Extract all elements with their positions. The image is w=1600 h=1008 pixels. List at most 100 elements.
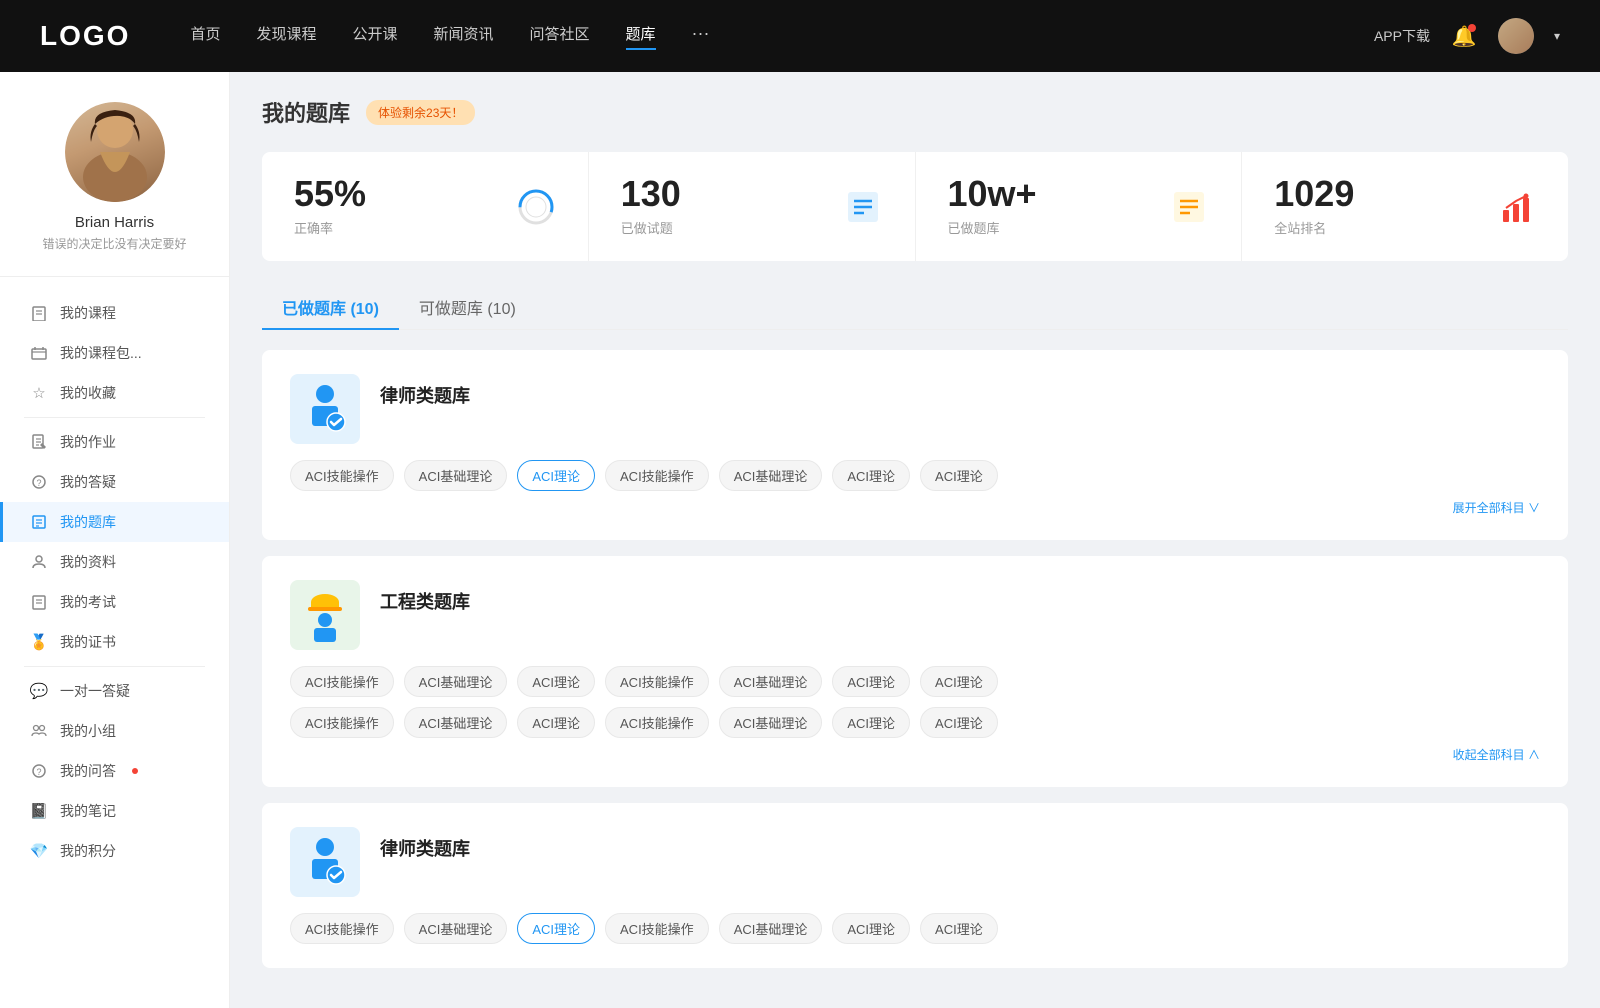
accuracy-pie-icon (516, 187, 556, 227)
sidebar-divider-2 (24, 666, 205, 667)
stat-done-questions-label: 已做试题 (621, 218, 827, 237)
stat-rank: 1029 全站排名 (1242, 152, 1568, 261)
tag-1-2[interactable]: ACI基础理论 (404, 460, 508, 491)
qbank-name-lawyer-1: 律师类题库 (380, 374, 470, 408)
courses-icon (30, 304, 48, 322)
stat-rank-value: 1029 (1274, 176, 1480, 212)
tag-1-1[interactable]: ACI技能操作 (290, 460, 394, 491)
avatar[interactable] (1498, 18, 1534, 54)
nav-link-opencourse[interactable]: 公开课 (352, 23, 397, 50)
tag-2-11[interactable]: ACI技能操作 (605, 707, 709, 738)
tag-2-12[interactable]: ACI基础理论 (719, 707, 823, 738)
notification-bell[interactable]: 🔔 (1450, 22, 1478, 50)
tag-2-3[interactable]: ACI理论 (517, 666, 595, 697)
qbank-expand-1[interactable]: 展开全部科目 ∨ (290, 499, 1540, 516)
nav-link-home[interactable]: 首页 (190, 23, 220, 50)
qbank-icon-lawyer-2 (290, 827, 360, 897)
app-download-button[interactable]: APP下载 (1374, 26, 1430, 46)
sidebar-item-favorites[interactable]: ☆ 我的收藏 (0, 373, 229, 413)
tag-1-5[interactable]: ACI基础理论 (719, 460, 823, 491)
sidebar-item-myqa[interactable]: ? 我的问答 (0, 751, 229, 791)
sidebar-item-points[interactable]: 💎 我的积分 (0, 831, 229, 871)
navbar: LOGO 首页 发现课程 公开课 新闻资讯 问答社区 题库 ··· APP下载 … (0, 0, 1600, 72)
sidebar-item-profile[interactable]: 我的资料 (0, 542, 229, 582)
sidebar-item-homework[interactable]: 我的作业 (0, 422, 229, 462)
stat-accuracy-text: 55% 正确率 (294, 176, 500, 237)
stat-accuracy-label: 正确率 (294, 218, 500, 237)
tag-2-5[interactable]: ACI基础理论 (719, 666, 823, 697)
tag-3-1[interactable]: ACI技能操作 (290, 913, 394, 944)
stat-done-questions-value: 130 (621, 176, 827, 212)
sidebar-menu: 我的课程 我的课程包... ☆ 我的收藏 我的作业 (0, 277, 229, 887)
sidebar-label-notes: 我的笔记 (60, 801, 116, 821)
tag-3-3[interactable]: ACI理论 (517, 913, 595, 944)
tag-1-4[interactable]: ACI技能操作 (605, 460, 709, 491)
sidebar-item-exam[interactable]: 我的考试 (0, 582, 229, 622)
tag-2-4[interactable]: ACI技能操作 (605, 666, 709, 697)
sidebar-item-courses[interactable]: 我的课程 (0, 293, 229, 333)
tag-2-13[interactable]: ACI理论 (832, 707, 910, 738)
engineer-icon-svg (300, 588, 350, 643)
homework-icon (30, 433, 48, 451)
sidebar-profile: Brian Harris 错误的决定比没有决定要好 (0, 102, 229, 277)
qbank-icon (30, 513, 48, 531)
sidebar-item-notes[interactable]: 📓 我的笔记 (0, 791, 229, 831)
profile-motto: 错误的决定比没有决定要好 (42, 235, 186, 252)
avatar-caret[interactable]: ▾ (1554, 29, 1560, 43)
tab-todo[interactable]: 可做题库 (10) (399, 285, 536, 329)
stat-accuracy-value: 55% (294, 176, 500, 212)
nav-more[interactable]: ··· (692, 23, 710, 50)
sidebar-label-exam: 我的考试 (60, 592, 116, 612)
1on1-icon: 💬 (30, 682, 48, 700)
exam-icon (30, 593, 48, 611)
qbank-card-engineer: 工程类题库 ACI技能操作 ACI基础理论 ACI理论 ACI技能操作 ACI基… (262, 556, 1568, 787)
tag-2-6[interactable]: ACI理论 (832, 666, 910, 697)
trial-badge: 体验剩余23天！ (366, 100, 475, 125)
nav-link-qbank[interactable]: 题库 (626, 23, 656, 50)
done-questions-icon (843, 187, 883, 227)
nav-link-news[interactable]: 新闻资讯 (434, 23, 494, 50)
sidebar-label-qbank: 我的题库 (60, 512, 116, 532)
notification-badge (1468, 24, 1476, 32)
sidebar-label-favorites: 我的收藏 (60, 383, 116, 403)
tag-2-2[interactable]: ACI基础理论 (404, 666, 508, 697)
tag-1-6[interactable]: ACI理论 (832, 460, 910, 491)
profile-avatar[interactable] (65, 102, 165, 202)
sidebar-label-myqa: 我的问答 (60, 761, 116, 781)
tag-2-9[interactable]: ACI基础理论 (404, 707, 508, 738)
avatar-image (65, 102, 165, 202)
tag-2-1[interactable]: ACI技能操作 (290, 666, 394, 697)
sidebar-item-certificate[interactable]: 🏅 我的证书 (0, 622, 229, 662)
tag-2-14[interactable]: ACI理论 (920, 707, 998, 738)
qbank-collapse-2[interactable]: 收起全部科目 ∧ (290, 746, 1540, 763)
tab-done[interactable]: 已做题库 (10) (262, 285, 399, 329)
tag-3-2[interactable]: ACI基础理论 (404, 913, 508, 944)
sidebar-label-homework: 我的作业 (60, 432, 116, 452)
nav-link-discover[interactable]: 发现课程 (256, 23, 316, 50)
tag-2-7[interactable]: ACI理论 (920, 666, 998, 697)
tag-2-10[interactable]: ACI理论 (517, 707, 595, 738)
stat-done-qbank: 10w+ 已做题库 (916, 152, 1243, 261)
avatar-image (1498, 18, 1534, 54)
tag-3-7[interactable]: ACI理论 (920, 913, 998, 944)
group-icon (30, 722, 48, 740)
sidebar-item-1on1[interactable]: 💬 一对一答疑 (0, 671, 229, 711)
lawyer-icon-2-svg (300, 835, 350, 890)
tag-1-3[interactable]: ACI理论 (517, 460, 595, 491)
favorites-icon: ☆ (30, 384, 48, 402)
sidebar-item-qbank[interactable]: 我的题库 (0, 502, 229, 542)
sidebar-item-group[interactable]: 我的小组 (0, 711, 229, 751)
sidebar-label-group: 我的小组 (60, 721, 116, 741)
sidebar-item-qa[interactable]: ? 我的答疑 (0, 462, 229, 502)
nav-link-qa[interactable]: 问答社区 (530, 23, 590, 50)
tag-3-4[interactable]: ACI技能操作 (605, 913, 709, 944)
tag-2-8[interactable]: ACI技能操作 (290, 707, 394, 738)
tag-3-5[interactable]: ACI基础理论 (719, 913, 823, 944)
sidebar-item-course-pkg[interactable]: 我的课程包... (0, 333, 229, 373)
nav-right: APP下载 🔔 ▾ (1374, 18, 1560, 54)
svg-text:?: ? (36, 767, 41, 777)
tag-1-7[interactable]: ACI理论 (920, 460, 998, 491)
qbank-tags-2-row1: ACI技能操作 ACI基础理论 ACI理论 ACI技能操作 ACI基础理论 AC… (290, 666, 1540, 697)
tag-3-6[interactable]: ACI理论 (832, 913, 910, 944)
stat-done-qbank-label: 已做题库 (948, 218, 1154, 237)
